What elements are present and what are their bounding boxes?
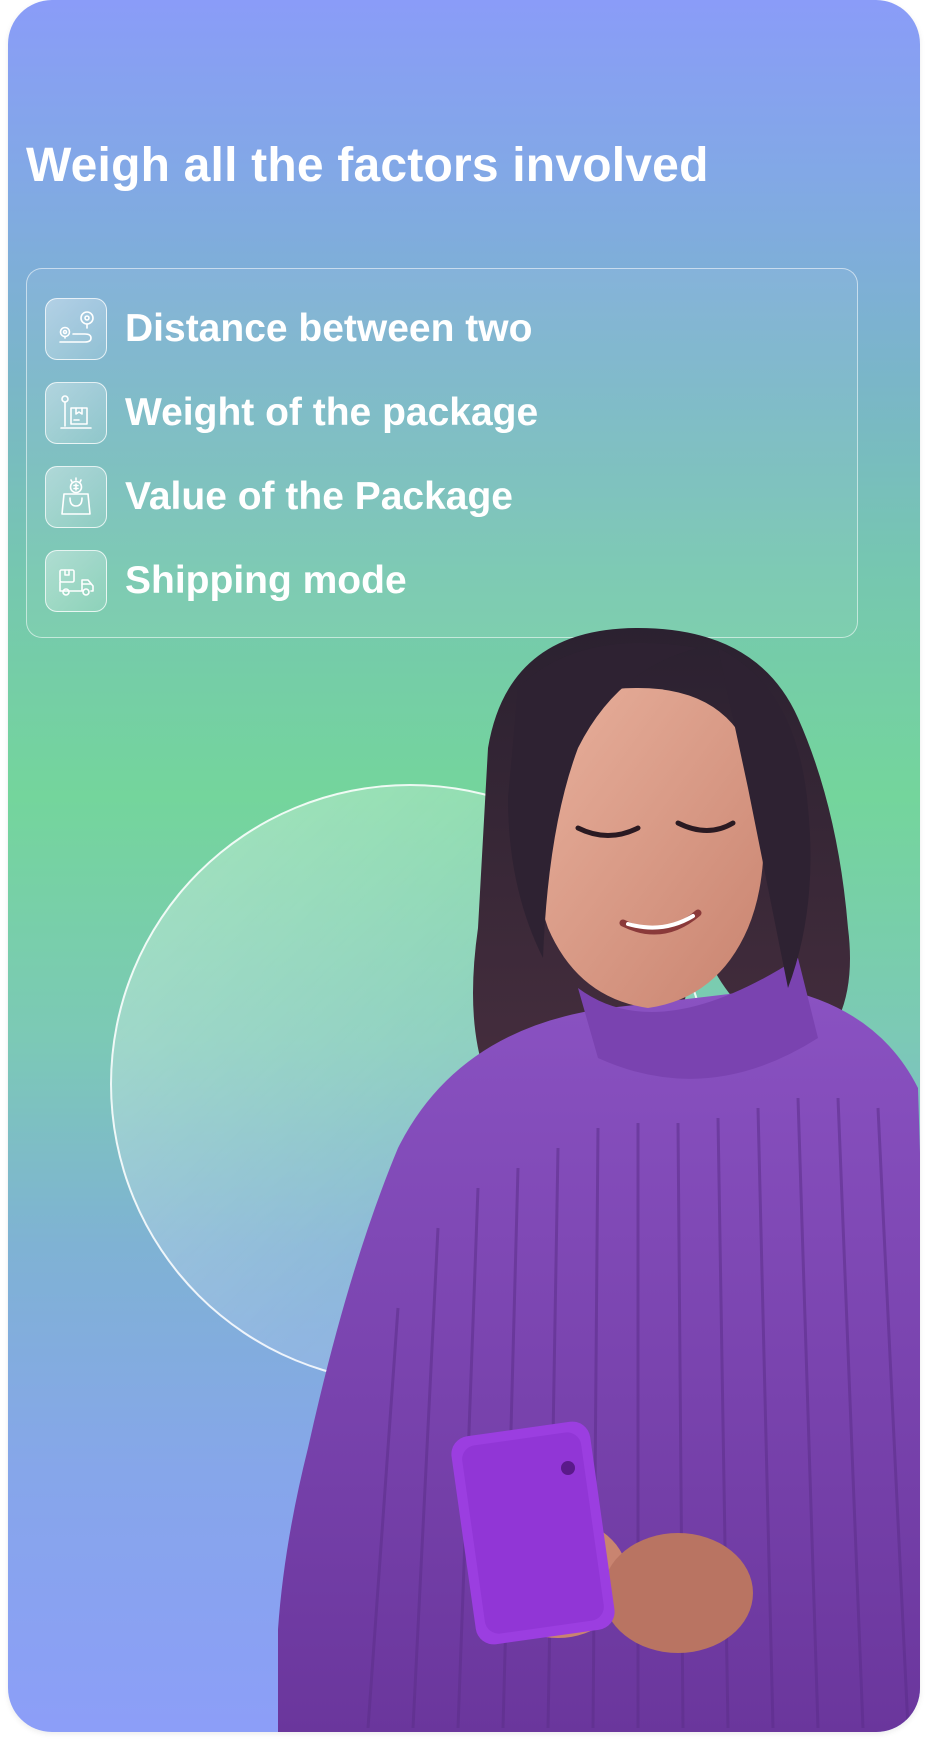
woman-with-phone-photo <box>278 628 920 1732</box>
factor-label: Distance between two <box>125 307 533 350</box>
package-scale-icon <box>45 382 107 444</box>
factor-label: Value of the Package <box>125 475 514 518</box>
factor-item-distance: Distance between two <box>45 297 532 361</box>
factor-item-shipping: Shipping mode <box>45 549 407 613</box>
factor-label: Weight of the package <box>125 391 539 434</box>
shopping-bag-value-icon <box>45 466 107 528</box>
headline: Weigh all the factors involved <box>26 139 709 192</box>
route-map-icon <box>45 298 107 360</box>
factor-item-value: Value of the Package <box>45 465 513 529</box>
promo-card: Weigh all the factors involved Distance … <box>8 0 920 1732</box>
factors-list: Distance between two Weight of the packa… <box>26 268 858 638</box>
delivery-truck-icon <box>45 550 107 612</box>
factor-item-weight: Weight of the package <box>45 381 538 445</box>
factor-label: Shipping mode <box>125 559 407 602</box>
